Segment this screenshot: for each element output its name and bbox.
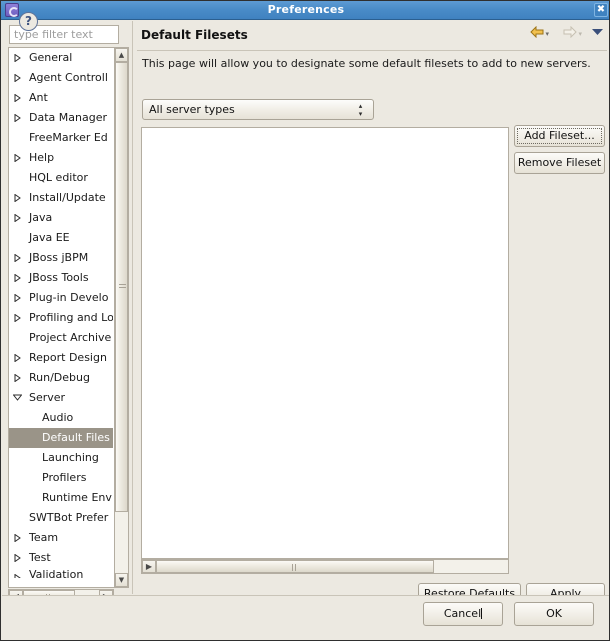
tree-item-label: Audio: [42, 411, 74, 424]
text-caret: [481, 608, 483, 619]
tree-item-server[interactable]: Server: [9, 388, 113, 408]
add-fileset-label: Add Fileset...: [517, 128, 602, 144]
preferences-tree: General Agent Controll Ant Data Manager Free…: [8, 47, 114, 588]
tree-item-default-files[interactable]: Default Files: [9, 428, 113, 448]
expander-closed-icon[interactable]: [9, 188, 25, 208]
window-title: Preferences: [267, 3, 345, 16]
remove-fileset-button[interactable]: Remove Fileset: [514, 152, 605, 174]
fileset-hscroll-thumb[interactable]: [156, 560, 434, 573]
scroll-grip-icon: [119, 284, 126, 290]
cancel-label: Cancel: [443, 607, 482, 620]
combo-stepper-icon[interactable]: ▴ ▾: [355, 102, 366, 119]
tree-item-launching[interactable]: Launching: [9, 448, 113, 468]
scroll-up-icon[interactable]: ▲: [115, 48, 128, 62]
expander-closed-icon[interactable]: [9, 108, 25, 128]
tree-item-team[interactable]: Team: [9, 528, 113, 548]
tree-item-label: Java EE: [29, 231, 70, 244]
preference-page: Default Filesets ▾ ▾ This page will allo…: [132, 21, 609, 605]
tree-item-jboss-tools[interactable]: JBoss Tools: [9, 268, 113, 288]
tree-item-label: SWTBot Prefer: [29, 511, 109, 524]
tree-item-profiling-and-lo[interactable]: Profiling and Lo: [9, 308, 113, 328]
tree-item-ant[interactable]: Ant: [9, 88, 113, 108]
expander-closed-icon[interactable]: [9, 148, 25, 168]
preferences-dialog: Preferences ✖ type filter text General Ag…: [0, 0, 610, 641]
tree-item-label: Profilers: [42, 471, 87, 484]
add-fileset-button[interactable]: Add Fileset...: [514, 125, 605, 147]
tree-item-label: FreeMarker Ed: [29, 131, 108, 144]
window-titlebar: Preferences ✖: [1, 1, 609, 20]
server-type-combo[interactable]: All server types ▴ ▾: [142, 99, 374, 120]
cancel-button[interactable]: Cancel: [423, 602, 503, 626]
fileset-list-horizontal-scrollbar[interactable]: ◀ ▶: [141, 559, 509, 574]
preferences-sidebar: type filter text General Agent Controll An…: [2, 21, 130, 604]
tree-item-profilers[interactable]: Profilers: [9, 468, 113, 488]
tree-item-help[interactable]: Help: [9, 148, 113, 168]
tree-item-test[interactable]: Test: [9, 548, 113, 568]
chevron-down-icon: ▾: [578, 30, 582, 38]
expander-closed-icon[interactable]: [9, 208, 25, 228]
tree-item-data-manager[interactable]: Data Manager: [9, 108, 113, 128]
scroll-down-icon[interactable]: ▼: [115, 573, 128, 587]
tree-item-label: Runtime Env: [42, 491, 112, 504]
expander-closed-icon[interactable]: [9, 568, 25, 578]
tree-vscroll-thumb[interactable]: [115, 62, 128, 512]
expander-closed-icon[interactable]: [9, 268, 25, 288]
page-title: Default Filesets: [141, 28, 248, 42]
forward-arrow-glyph: [563, 25, 578, 39]
chevron-down-icon[interactable]: ▾: [545, 30, 549, 38]
tree-item-label: Default Files: [42, 431, 110, 444]
page-description: This page will allow you to designate so…: [142, 57, 591, 70]
title-separator: [137, 50, 607, 51]
scroll-right-icon[interactable]: ▶: [142, 560, 156, 573]
tree-item-hql-editor[interactable]: HQL editor: [9, 168, 113, 188]
expander-closed-icon[interactable]: [9, 68, 25, 88]
back-arrow-glyph: [530, 25, 544, 39]
forward-arrow-icon: ▾: [563, 25, 582, 41]
tree-item-validation[interactable]: Validation: [9, 568, 113, 578]
tree-item-java[interactable]: Java: [9, 208, 113, 228]
tree-item-label: Project Archive: [29, 331, 112, 344]
server-type-combo-value: All server types: [149, 103, 235, 116]
expander-closed-icon[interactable]: [9, 368, 25, 388]
expander-closed-icon[interactable]: [9, 288, 25, 308]
expander-closed-icon[interactable]: [9, 308, 25, 328]
fileset-list[interactable]: [141, 127, 509, 559]
tree-item-run-debug[interactable]: Run/Debug: [9, 368, 113, 388]
scroll-grip-icon: [292, 564, 298, 571]
preferences-tree-list: General Agent Controll Ant Data Manager Free…: [9, 48, 113, 587]
tree-item-jboss-jbpm[interactable]: JBoss jBPM: [9, 248, 113, 268]
close-icon[interactable]: ✖: [594, 3, 608, 17]
tree-vertical-scrollbar[interactable]: ▲ ▼: [114, 47, 129, 588]
tree-item-report-design[interactable]: Report Design: [9, 348, 113, 368]
back-arrow-icon[interactable]: ▾: [530, 25, 549, 41]
tree-item-freemarker-ed[interactable]: FreeMarker Ed: [9, 128, 113, 148]
dropdown-triangle-glyph: [592, 29, 603, 35]
tree-item-swtbot-prefer[interactable]: SWTBot Prefer: [9, 508, 113, 528]
tree-item-label: HQL editor: [29, 171, 88, 184]
tree-item-project-archive[interactable]: Project Archive: [9, 328, 113, 348]
help-question-icon[interactable]: ?: [19, 12, 38, 31]
dropdown-triangle-icon[interactable]: [591, 26, 604, 41]
ok-button[interactable]: OK: [514, 602, 594, 626]
tree-item-runtime-env[interactable]: Runtime Env: [9, 488, 113, 508]
expander-closed-icon[interactable]: [9, 348, 25, 368]
tree-item-java-ee[interactable]: Java EE: [9, 228, 113, 248]
tree-item-label: Launching: [42, 451, 99, 464]
tree-item-audio[interactable]: Audio: [9, 408, 113, 428]
expander-open-icon[interactable]: [9, 388, 25, 408]
expander-closed-icon[interactable]: [9, 88, 25, 108]
tree-item-plug-in-develo[interactable]: Plug-in Develo: [9, 288, 113, 308]
expander-closed-icon[interactable]: [9, 48, 25, 68]
expander-closed-icon[interactable]: [9, 248, 25, 268]
expander-closed-icon[interactable]: [9, 548, 25, 568]
tree-item-general[interactable]: General: [9, 48, 113, 68]
tree-item-agent-controll[interactable]: Agent Controll: [9, 68, 113, 88]
expander-closed-icon[interactable]: [9, 528, 25, 548]
tree-item-install-update[interactable]: Install/Update: [9, 188, 113, 208]
